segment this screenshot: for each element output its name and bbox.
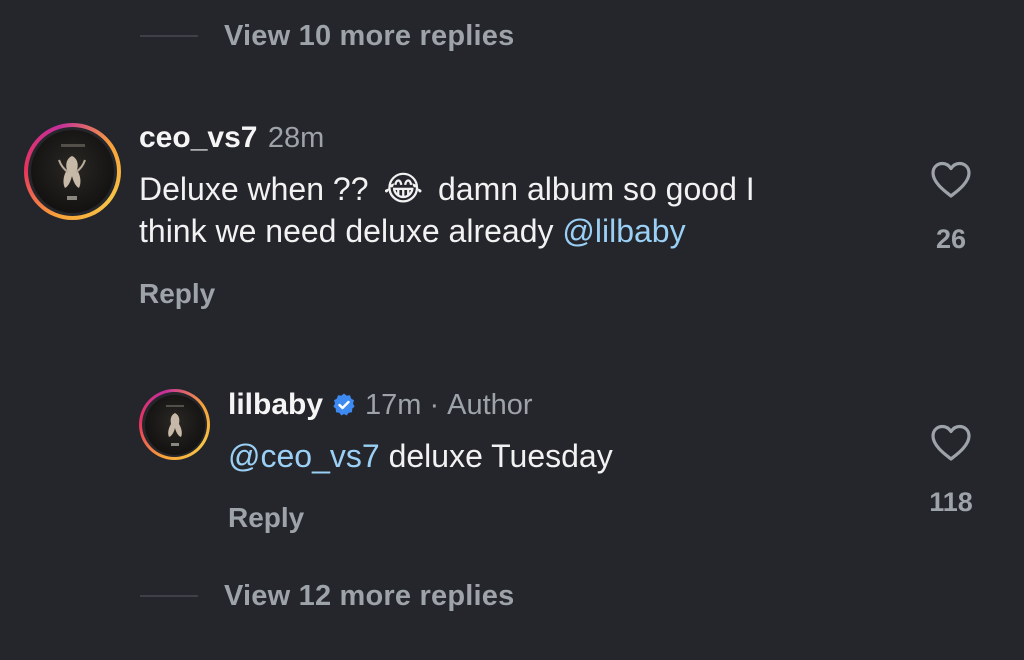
avatar-image xyxy=(31,130,114,213)
reply-username[interactable]: lilbaby xyxy=(228,388,323,422)
verified-badge-icon xyxy=(331,392,357,418)
avatar-ceo-vs7[interactable] xyxy=(24,123,121,220)
view-more-label[interactable]: View 12 more replies xyxy=(224,580,514,613)
heart-outline-icon[interactable] xyxy=(929,160,973,205)
comment-text-part: damn album so good I xyxy=(438,171,755,207)
reply-button[interactable]: Reply xyxy=(228,502,304,534)
mention-link[interactable]: @ceo_vs7 xyxy=(228,438,380,474)
reply-text-part: deluxe Tuesday xyxy=(388,438,613,474)
view-more-replies-bottom[interactable]: View 12 more replies xyxy=(140,576,514,616)
meta-separator: · xyxy=(429,388,440,421)
reply-header: lilbaby 17m · Author xyxy=(228,388,533,422)
author-label: Author xyxy=(447,388,533,421)
comment-header: ceo_vs7 28m xyxy=(139,121,324,155)
view-more-replies-top[interactable]: View 10 more replies xyxy=(140,16,514,56)
reply-time: 17m xyxy=(365,388,422,421)
heart-outline-icon[interactable] xyxy=(929,423,973,468)
comments-thread: View 10 more replies ceo_vs7 28m Deluxe … xyxy=(0,0,1024,660)
comment-text: Deluxe when ?? 😂 damn album so good I th… xyxy=(139,168,899,252)
view-more-label[interactable]: View 10 more replies xyxy=(224,20,514,53)
comment-time: 28m xyxy=(267,122,325,154)
mention-link[interactable]: @lilbaby xyxy=(562,213,685,249)
reply-text: @ceo_vs7 deluxe Tuesday xyxy=(228,435,613,477)
reply-button[interactable]: Reply xyxy=(139,278,215,310)
laughing-emoji-icon: 😂 xyxy=(383,170,424,208)
divider-line xyxy=(140,595,198,597)
comment-text-part: think we need deluxe already xyxy=(139,213,554,249)
divider-line xyxy=(140,35,198,37)
comment-username[interactable]: ceo_vs7 xyxy=(139,121,257,154)
like-count: 118 xyxy=(929,487,973,517)
avatar-lilbaby[interactable] xyxy=(139,389,210,460)
like-count: 26 xyxy=(935,224,967,254)
avatar-image xyxy=(144,394,205,455)
comment-text-part: Deluxe when ?? xyxy=(139,171,369,207)
